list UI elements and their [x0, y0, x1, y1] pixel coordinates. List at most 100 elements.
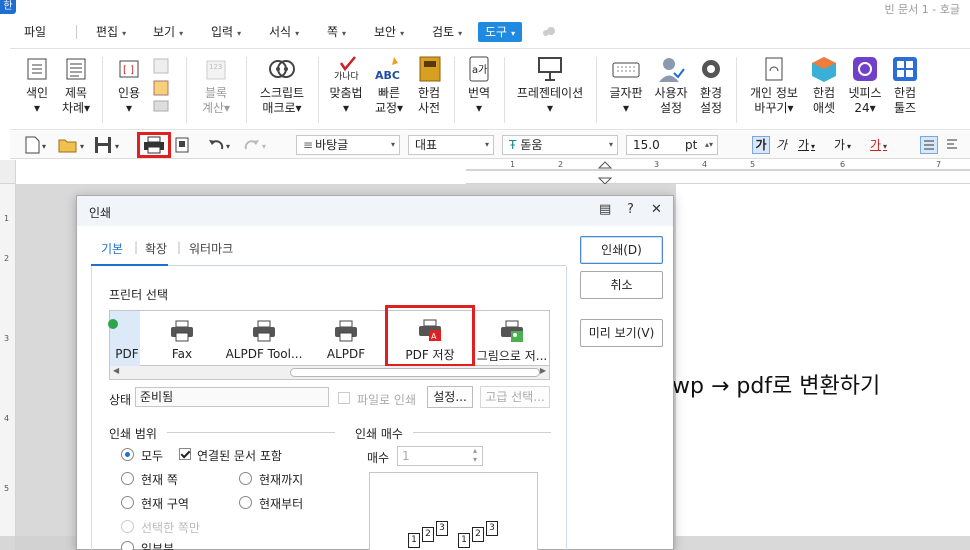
range-from-current-radio[interactable]: [239, 496, 252, 509]
font-size-select[interactable]: 15.0 pt ▴▾: [626, 135, 718, 155]
save-icon[interactable]: ▾: [94, 136, 124, 154]
printer-item-alpdf-tool[interactable]: ALPDF Tool...: [224, 311, 304, 366]
ribbon-separator: [318, 57, 319, 123]
include-linked-checkbox[interactable]: [179, 448, 191, 460]
underline-button[interactable]: 가 ▾: [798, 136, 828, 154]
scroll-left-icon[interactable]: ◀: [113, 366, 119, 375]
hancom-tools-button[interactable]: 한컴 툴즈: [890, 55, 920, 116]
open-folder-icon[interactable]: ▾: [58, 136, 88, 154]
status-field: 준비됨: [135, 387, 329, 407]
menu-page[interactable]: 쪽 ▾: [327, 22, 346, 42]
svg-text:A: A: [431, 332, 437, 341]
privacy-replace-button[interactable]: 개인 정보 바꾸기▾: [746, 55, 802, 116]
style-select[interactable]: ≡ 바탕글 ▾: [296, 135, 400, 155]
menu-tools[interactable]: 도구 ▾: [478, 22, 523, 42]
quick-correct-button[interactable]: ABC 빠른 교정▾: [372, 55, 406, 116]
menu-review[interactable]: 검토 ▾: [432, 22, 462, 42]
bold-button[interactable]: 가: [752, 136, 770, 154]
menu-file[interactable]: 파일: [24, 22, 46, 42]
range-selected-radio[interactable]: [121, 520, 134, 533]
language-select[interactable]: 대표 ▾: [408, 135, 494, 155]
privacy-icon: [759, 55, 789, 83]
printer-item-fax[interactable]: Fax: [154, 311, 210, 366]
hancom-dict-button[interactable]: 한컴 사전: [412, 55, 446, 116]
redo-icon[interactable]: ▾: [242, 136, 272, 154]
horizontal-ruler[interactable]: 1 2 3 4 5 6 7: [466, 160, 970, 184]
undo-icon[interactable]: ▾: [206, 136, 236, 154]
scroll-right-icon[interactable]: ▶: [540, 366, 546, 375]
printer-item-alpdf[interactable]: ALPDF: [318, 311, 374, 366]
svg-text:가나다: 가나다: [334, 71, 360, 82]
user-icon: [656, 55, 686, 83]
advanced-options-button[interactable]: 고급 선택...: [480, 386, 550, 408]
print-to-file-checkbox[interactable]: [338, 392, 350, 404]
user-settings-button[interactable]: 사용자 설정: [650, 55, 692, 116]
script-macro-button[interactable]: 스크립트 매크로▾: [256, 55, 308, 116]
copies-input[interactable]: 1: [397, 446, 483, 466]
printer-item-pdf-save[interactable]: A PDF 저장: [385, 305, 475, 367]
printer-item-image-save[interactable]: 그림으로 저...: [474, 311, 550, 366]
ribbon-separator: [246, 57, 247, 123]
index-icon: [22, 55, 52, 83]
netffice-button[interactable]: 넷피스 24▾: [846, 55, 884, 116]
hancom-asset-button[interactable]: 한컴 애셋: [808, 55, 840, 116]
align-left-icon[interactable]: [944, 136, 962, 154]
printer-item-pdf[interactable]: PDF: [108, 311, 140, 366]
keyboard-layout-button[interactable]: 글자판 ▾: [606, 55, 646, 116]
tab-basic[interactable]: 기본: [101, 240, 123, 257]
cloud-icon[interactable]: [542, 26, 556, 36]
toc-button[interactable]: 제목 차례▾: [58, 55, 94, 116]
cancel-button[interactable]: 취소: [580, 271, 663, 299]
print-preview-icon[interactable]: [174, 136, 190, 154]
translate-button[interactable]: a가 번역 ▾: [462, 55, 496, 116]
include-linked-label: 연결된 문서 포함: [197, 449, 282, 463]
menu-format[interactable]: 서식 ▾: [269, 22, 299, 42]
range-all-radio[interactable]: [121, 448, 134, 461]
vertical-ruler[interactable]: 1 2 3 4 5: [0, 184, 16, 550]
help-icon[interactable]: ?: [627, 202, 634, 217]
preview-button[interactable]: 미리 보기(V): [580, 319, 663, 347]
ribbon-separator: [102, 57, 103, 123]
range-current-section-radio[interactable]: [121, 496, 134, 509]
document-page[interactable]: [676, 184, 970, 550]
new-document-icon[interactable]: ▾: [24, 136, 50, 154]
memo-button[interactable]: [147, 55, 177, 113]
tab-divider: |: [177, 240, 182, 254]
dialog-title-bar: 인쇄 ▤ ? ✕: [77, 196, 673, 226]
italic-button[interactable]: 가: [776, 136, 792, 154]
font-select[interactable]: Ŧ 돋움 ▾: [502, 135, 618, 155]
range-until-current-label: 현재까지: [259, 473, 304, 487]
range-current-page-label: 현재 쪽: [141, 473, 178, 487]
tab-watermark[interactable]: 워터마크: [189, 240, 233, 257]
menu-edit[interactable]: 편집 ▾: [96, 22, 126, 42]
index-button[interactable]: 색인 ▾: [22, 55, 52, 116]
copies-stepper-icon[interactable]: ▴ ▾: [473, 446, 477, 464]
range-partial-radio[interactable]: [121, 541, 134, 550]
print-confirm-button[interactable]: 인쇄(D): [580, 236, 663, 264]
printer-list-scrollbar[interactable]: ◀ ▶: [109, 366, 550, 380]
spellcheck-button[interactable]: 가나다 맞춤법 ▾: [326, 55, 366, 116]
close-icon[interactable]: ✕: [651, 202, 662, 217]
ribbon-separator: [736, 57, 737, 123]
dialog-menu-icon[interactable]: ▤: [599, 202, 611, 217]
menu-security[interactable]: 보안 ▾: [374, 22, 404, 42]
printer-settings-button[interactable]: 설정...: [427, 386, 473, 408]
ribbon-separator: [186, 57, 187, 123]
print-button[interactable]: [137, 132, 171, 158]
menu-view[interactable]: 보기 ▾: [153, 22, 183, 42]
strike-button[interactable]: 가 ▾: [834, 136, 864, 154]
range-until-current-radio[interactable]: [239, 472, 252, 485]
print-range-label: 인쇄 범위: [109, 427, 157, 441]
range-current-page-radio[interactable]: [121, 472, 134, 485]
tab-extended[interactable]: 확장: [145, 240, 167, 257]
document-text[interactable]: wp → pdf로 변환하기: [672, 368, 880, 400]
menu-insert[interactable]: 입력 ▾: [211, 22, 241, 42]
font-color-button[interactable]: 가 ▾: [870, 136, 900, 154]
presentation-button[interactable]: 프레젠테이션 ▾: [512, 55, 588, 116]
align-justify-icon[interactable]: [920, 136, 938, 154]
env-settings-button[interactable]: 환경 설정: [696, 55, 726, 116]
ruler-corner[interactable]: [0, 160, 16, 184]
block-calc-button[interactable]: 123 블록 계산▾: [198, 55, 234, 116]
cite-button[interactable]: [ ] 인용 ▾: [112, 55, 146, 116]
scroll-thumb[interactable]: [290, 368, 540, 377]
